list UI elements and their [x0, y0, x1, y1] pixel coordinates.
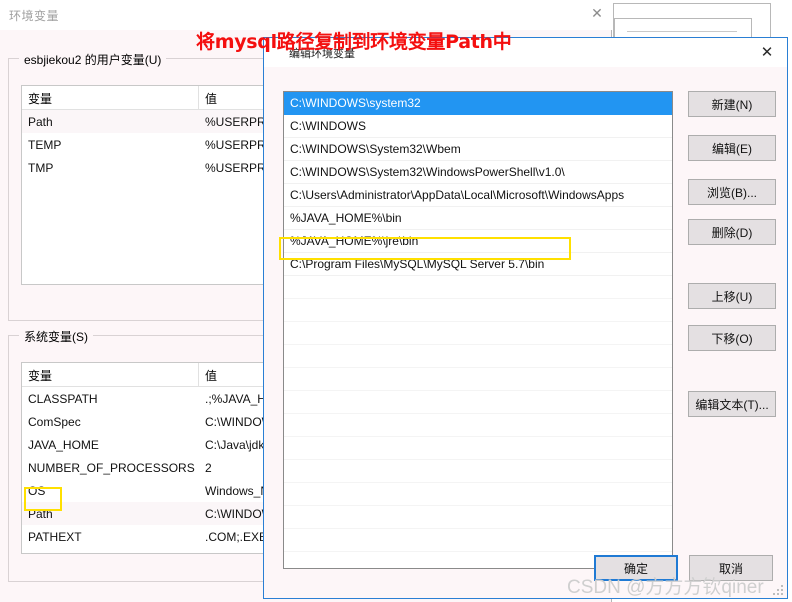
list-item-empty[interactable]: [284, 437, 672, 460]
list-item[interactable]: C:\WINDOWS\System32\Wbem: [284, 138, 672, 161]
annotation-text: 将mysql路径复制到环境变量Path中: [196, 31, 512, 53]
list-item-empty[interactable]: [284, 391, 672, 414]
list-item[interactable]: C:\WINDOWS\System32\WindowsPowerShell\v1…: [284, 161, 672, 184]
move-down-button[interactable]: 下移(O): [688, 325, 776, 351]
watermark: CSDN @方方方钦qiner: [567, 577, 764, 598]
move-up-button[interactable]: 上移(U): [688, 283, 776, 309]
list-item[interactable]: %JAVA_HOME%\jre\bin: [284, 230, 672, 253]
variable-name: NUMBER_OF_PROCESSORS: [28, 460, 195, 475]
variable-name: JAVA_HOME: [28, 437, 99, 452]
column-header-variable[interactable]: 变量: [22, 363, 199, 386]
list-item-mysql-path[interactable]: C:\Program Files\MySQL\MySQL Server 5.7\…: [284, 253, 672, 276]
close-icon[interactable]: ✕: [749, 38, 785, 65]
list-item[interactable]: C:\WINDOWS\system32: [284, 92, 672, 115]
column-header-variable[interactable]: 变量: [22, 86, 199, 109]
list-item-empty[interactable]: [284, 368, 672, 391]
system-variables-group-label: 系统变量(S): [19, 328, 93, 345]
list-item-empty[interactable]: [284, 276, 672, 299]
user-variables-group-label: esbjiekou2 的用户变量(U): [19, 51, 167, 68]
variable-name: OS: [28, 483, 46, 498]
edit-button[interactable]: 编辑(E): [688, 135, 776, 161]
browse-button[interactable]: 浏览(B)...: [688, 179, 776, 205]
list-item-empty[interactable]: [284, 460, 672, 483]
list-item-empty[interactable]: [284, 345, 672, 368]
list-item-empty[interactable]: [284, 299, 672, 322]
list-item[interactable]: %JAVA_HOME%\bin: [284, 207, 672, 230]
new-button[interactable]: 新建(N): [688, 91, 776, 117]
resize-grip[interactable]: [773, 585, 783, 595]
variable-name: PATHEXT: [28, 529, 82, 544]
variable-name: CLASSPATH: [28, 391, 98, 406]
list-item-empty[interactable]: [284, 529, 672, 552]
list-item-empty[interactable]: [284, 414, 672, 437]
variable-name: ComSpec: [28, 414, 81, 429]
variable-name: TMP: [28, 160, 54, 175]
list-item-empty[interactable]: [284, 483, 672, 506]
background-window-title: 环境变量: [9, 9, 60, 23]
list-item[interactable]: C:\Users\Administrator\AppData\Local\Mic…: [284, 184, 672, 207]
list-item-empty[interactable]: [284, 322, 672, 345]
edit-text-button[interactable]: 编辑文本(T)...: [688, 391, 776, 417]
close-icon[interactable]: ✕: [581, 0, 613, 28]
edit-environment-variable-dialog: 编辑环境变量 ✕ C:\WINDOWS\system32 C:\WINDOWS …: [263, 37, 788, 599]
variable-name: Path: [28, 114, 53, 129]
list-item[interactable]: C:\WINDOWS: [284, 115, 672, 138]
delete-button[interactable]: 删除(D): [688, 219, 776, 245]
variable-name: TEMP: [28, 137, 62, 152]
path-entries-listbox[interactable]: C:\WINDOWS\system32 C:\WINDOWS C:\WINDOW…: [283, 91, 673, 569]
list-item-empty[interactable]: [284, 506, 672, 529]
divider: [627, 31, 737, 32]
background-window-titlebar: 环境变量 ✕: [0, 0, 612, 30]
variable-name: Path: [28, 506, 53, 521]
